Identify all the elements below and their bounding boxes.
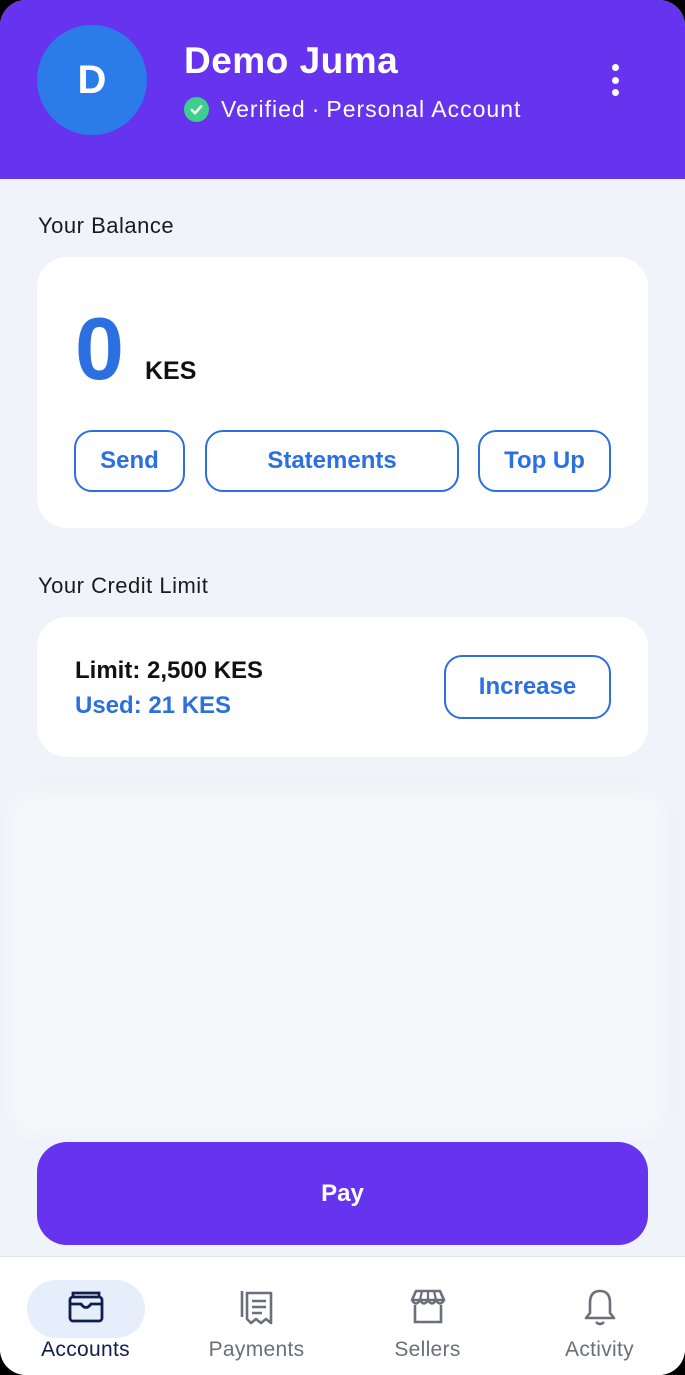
account-type-label: Personal Account (326, 96, 522, 122)
more-options-icon[interactable] (600, 60, 630, 100)
nav-sellers[interactable]: Sellers (342, 1256, 513, 1375)
nav-accounts[interactable]: Accounts (0, 1256, 171, 1375)
nav-sellers-label: Sellers (394, 1338, 461, 1361)
store-icon (408, 1286, 448, 1328)
avatar[interactable]: D (37, 25, 147, 135)
nav-activity-label: Activity (565, 1338, 634, 1361)
user-name: Demo Juma (184, 40, 399, 81)
credit-section-label: Your Credit Limit (38, 573, 209, 598)
nav-accounts-label: Accounts (41, 1338, 130, 1361)
wallet-icon (67, 1286, 105, 1328)
send-button[interactable]: Send (74, 430, 185, 492)
balance-amount: 0 (75, 299, 124, 398)
top-up-button[interactable]: Top Up (478, 430, 611, 492)
credit-card: Limit: 2,500 KES Used: 21 KES Increase (37, 617, 648, 757)
verified-label: Verified (221, 96, 306, 122)
balance-section-label: Your Balance (38, 213, 175, 238)
balance-card: 0 KES Send Statements Top Up (37, 257, 648, 528)
credit-limit-text: Limit: 2,500 KES (75, 657, 264, 684)
statements-button[interactable]: Statements (205, 430, 459, 492)
credit-used-text: Used: 21 KES (75, 692, 232, 719)
pay-button[interactable]: Pay (37, 1142, 648, 1245)
profile-header: D Demo Juma Verified · Personal Account (0, 0, 685, 179)
nav-payments[interactable]: Payments (171, 1256, 342, 1375)
receipt-icon (238, 1286, 276, 1328)
bell-icon (582, 1286, 618, 1328)
app-screen: D Demo Juma Verified · Personal Account … (0, 0, 685, 1375)
nav-payments-label: Payments (208, 1338, 305, 1361)
account-status: Verified · Personal Account (184, 96, 521, 123)
status-separator: · (311, 96, 321, 122)
balance-currency: KES (145, 357, 197, 385)
increase-button[interactable]: Increase (444, 655, 611, 719)
verified-check-icon (184, 97, 209, 122)
nav-activity[interactable]: Activity (514, 1256, 685, 1375)
blurred-content-area (12, 790, 662, 1135)
